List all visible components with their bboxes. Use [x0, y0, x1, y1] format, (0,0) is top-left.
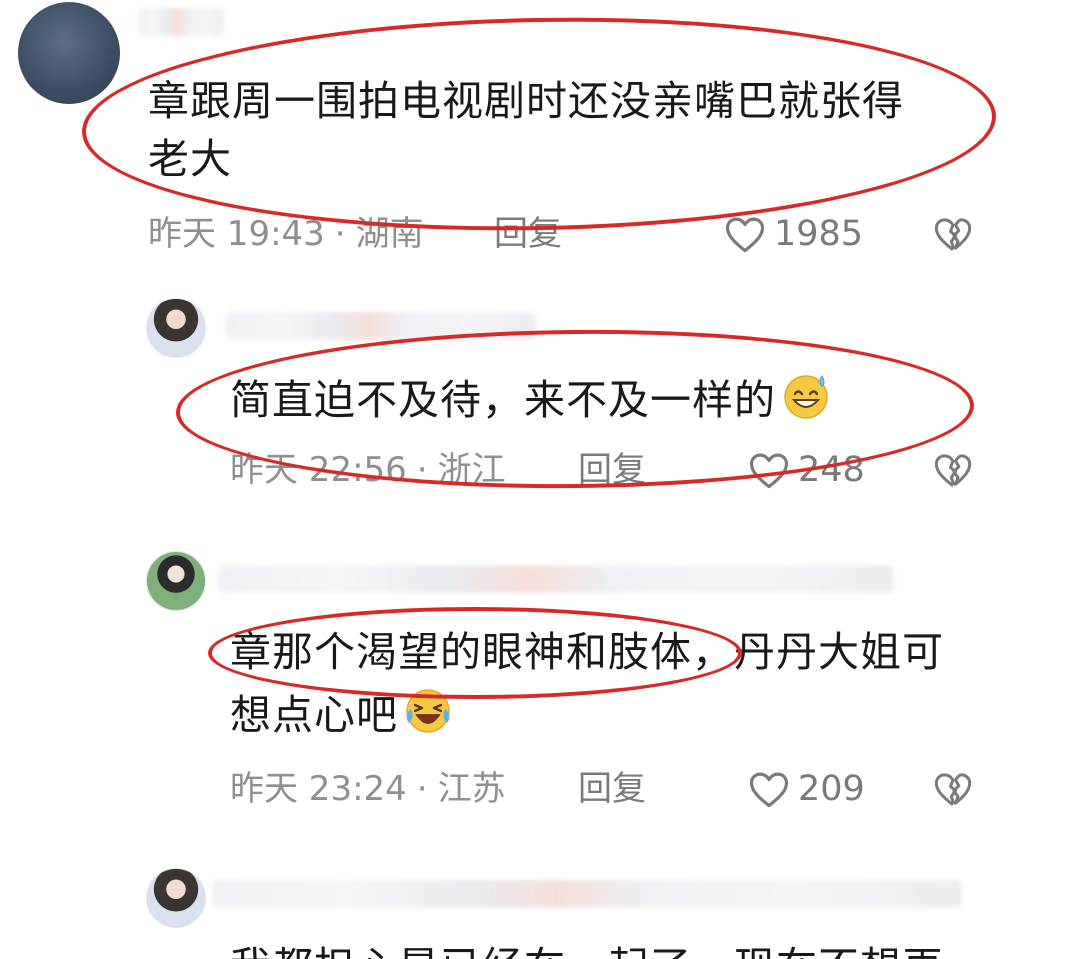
username-blurred[interactable] — [226, 312, 536, 340]
like-button[interactable]: 1985 — [724, 214, 863, 254]
meta-separator: · — [334, 214, 346, 254]
comment-2: 简直迫不及待，来不及一样的 昨天 22:56 · 浙江 回复 248 — [0, 290, 1080, 510]
heart-outline-icon — [725, 217, 765, 253]
comment-text: 简直迫不及待，来不及一样的 — [230, 370, 832, 429]
comment-text-line-2: 老大 — [148, 135, 232, 183]
like-button[interactable]: 209 — [748, 769, 865, 809]
avatar[interactable] — [18, 2, 120, 104]
comment-meta: 昨天 22:56 · 浙江 — [230, 450, 506, 490]
comment-location: 浙江 — [437, 450, 506, 490]
like-count: 209 — [798, 769, 865, 809]
comment-time: 昨天 22:56 — [230, 450, 407, 490]
heart-outline-icon — [749, 772, 789, 808]
username-blurred[interactable] — [138, 8, 224, 36]
comment-4: 我都担心是已经在一起了，现在不想再 — [0, 862, 1080, 959]
username-blurred[interactable] — [218, 565, 894, 593]
like-count: 248 — [798, 450, 865, 490]
avatar[interactable] — [146, 298, 206, 358]
comment-text-line-1: 章那个渴望的眼神和肢体，丹丹大姐可 — [230, 628, 944, 676]
avatar[interactable] — [146, 868, 206, 928]
broken-heart-icon[interactable] — [933, 769, 973, 809]
like-button[interactable]: 248 — [748, 450, 865, 490]
comment-location: 湖南 — [355, 214, 424, 254]
comment-text-line-1: 简直迫不及待，来不及一样的 — [230, 376, 776, 424]
broken-heart-icon[interactable] — [933, 214, 973, 254]
username-blurred[interactable] — [212, 880, 962, 908]
comment-text-line-1: 章跟周一围拍电视剧时还没亲嘴巴就张得 — [148, 77, 904, 125]
reply-button[interactable]: 回复 — [578, 769, 646, 809]
like-count: 1985 — [774, 214, 864, 254]
comment-meta: 昨天 19:43 · 湖南 — [148, 214, 424, 254]
comment-meta: 昨天 23:24 · 江苏 — [230, 769, 506, 809]
comment-location: 江苏 — [437, 769, 506, 809]
comment-text: 想点心吧 — [230, 685, 454, 744]
comment-1: 章跟周一围拍电视剧时还没亲嘴巴就张得 老大 昨天 19:43 · 湖南 回复 198… — [0, 0, 1080, 270]
sweat-smile-emoji — [784, 374, 828, 419]
comment-text-line-1: 我都担心是已经在一起了，现在不想再 — [230, 938, 944, 959]
comment-time: 昨天 23:24 — [230, 769, 407, 809]
comment-3: 章那个渴望的眼神和肢体，丹丹大姐可 想点心吧 昨天 23:24 · 江苏 回复 20… — [0, 545, 1080, 845]
comment-text-line-2: 想点心吧 — [230, 691, 398, 739]
reply-button[interactable]: 回复 — [494, 214, 562, 254]
broken-heart-icon[interactable] — [933, 450, 973, 490]
comment-time: 昨天 19:43 — [148, 214, 325, 254]
avatar[interactable] — [146, 551, 206, 611]
meta-separator: · — [416, 450, 428, 490]
heart-outline-icon — [749, 453, 789, 489]
meta-separator: · — [416, 769, 428, 809]
laughing-tears-emoji — [406, 689, 450, 733]
reply-button[interactable]: 回复 — [578, 450, 646, 490]
